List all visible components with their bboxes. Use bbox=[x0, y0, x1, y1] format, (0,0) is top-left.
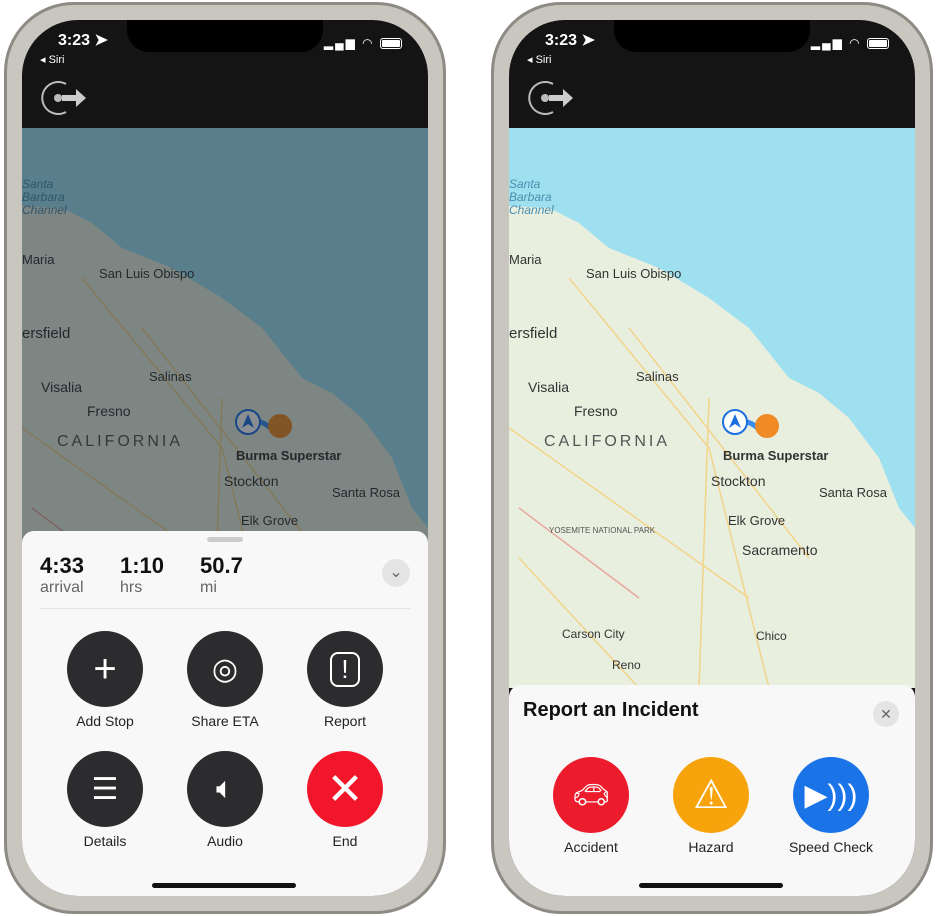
sheet-grabber[interactable] bbox=[207, 537, 243, 542]
add-stop-button[interactable]: + Add Stop bbox=[67, 631, 143, 729]
details-button[interactable]: ☰ Details bbox=[67, 751, 143, 849]
share-eta-icon: ◎ bbox=[187, 631, 263, 707]
collapse-chevron-icon[interactable]: ⌄ bbox=[382, 559, 410, 587]
phone-left: 3:23 ➤ ◂ Siri ▂▄▆ ◠ Santa Barbara Channe… bbox=[4, 2, 446, 914]
phone-screen: 3:23 ➤ ◂ Siri ▂▄▆ ◠ Santa Barbara Channe… bbox=[22, 20, 428, 896]
phone-screen: 3:23 ➤ ◂ Siri ▂▄▆ ◠ Santa Barbara Channe… bbox=[509, 20, 915, 896]
wifi-icon: ◠ bbox=[849, 36, 862, 50]
speaker-icon: 🔈︎ bbox=[187, 751, 263, 827]
accident-icon: 🚗︎ bbox=[553, 757, 629, 833]
status-icons: ▂▄▆ ◠ bbox=[811, 36, 889, 50]
plus-icon: + bbox=[67, 631, 143, 707]
back-to-siri[interactable]: ◂ Siri bbox=[40, 53, 64, 66]
audio-button[interactable]: 🔈︎ Audio bbox=[187, 751, 263, 849]
report-icon: ! bbox=[307, 631, 383, 707]
accident-button[interactable]: 🚗︎ Accident bbox=[553, 757, 629, 855]
arrival-stat: 4:33 arrival bbox=[40, 553, 85, 596]
speed-check-button[interactable]: ▶))) Speed Check bbox=[789, 757, 873, 855]
hazard-button[interactable]: ⚠︎ Hazard bbox=[673, 757, 749, 855]
back-to-siri[interactable]: ◂ Siri bbox=[527, 53, 551, 66]
exit-navigation-icon[interactable] bbox=[40, 78, 90, 118]
battery-icon bbox=[867, 38, 889, 50]
phone-right: 3:23 ➤ ◂ Siri ▂▄▆ ◠ Santa Barbara Channe… bbox=[491, 2, 933, 914]
notch bbox=[127, 20, 323, 52]
end-button[interactable]: ✕ End bbox=[307, 751, 383, 849]
hazard-icon: ⚠︎ bbox=[673, 757, 749, 833]
map[interactable]: Santa Barbara Channel Maria San Luis Obi… bbox=[509, 128, 915, 688]
list-icon: ☰ bbox=[67, 751, 143, 827]
status-time: 3:23 ➤ bbox=[58, 32, 108, 49]
status-time: 3:23 ➤ bbox=[545, 32, 595, 49]
divider bbox=[40, 608, 410, 609]
distance-stat: 50.7 mi bbox=[200, 553, 243, 596]
navigation-sheet: 4:33 arrival 1:10 hrs 50.7 mi ⌄ + Add Stop ◎ S… bbox=[22, 531, 428, 896]
home-indicator[interactable] bbox=[639, 883, 783, 888]
duration-stat: 1:10 hrs bbox=[120, 553, 165, 596]
battery-icon bbox=[380, 38, 402, 50]
status-icons: ▂▄▆ ◠ bbox=[324, 36, 402, 50]
speed-check-icon: ▶))) bbox=[793, 757, 869, 833]
exit-navigation-icon[interactable] bbox=[527, 78, 577, 118]
route-line bbox=[722, 409, 779, 438]
report-incident-sheet: Report an Incident ✕ 🚗︎ Accident ⚠︎ Hazard ▶)… bbox=[509, 685, 915, 896]
notch bbox=[614, 20, 810, 52]
wifi-icon: ◠ bbox=[362, 36, 375, 50]
share-eta-button[interactable]: ◎ Share ETA bbox=[187, 631, 263, 729]
home-indicator[interactable] bbox=[152, 883, 296, 888]
signal-icon: ▂▄▆ bbox=[810, 36, 844, 50]
sheet-title: Report an Incident bbox=[523, 699, 699, 721]
signal-icon: ▂▄▆ bbox=[323, 36, 357, 50]
close-button[interactable]: ✕ bbox=[873, 701, 899, 727]
close-icon: ✕ bbox=[307, 751, 383, 827]
report-button[interactable]: ! Report bbox=[307, 631, 383, 729]
